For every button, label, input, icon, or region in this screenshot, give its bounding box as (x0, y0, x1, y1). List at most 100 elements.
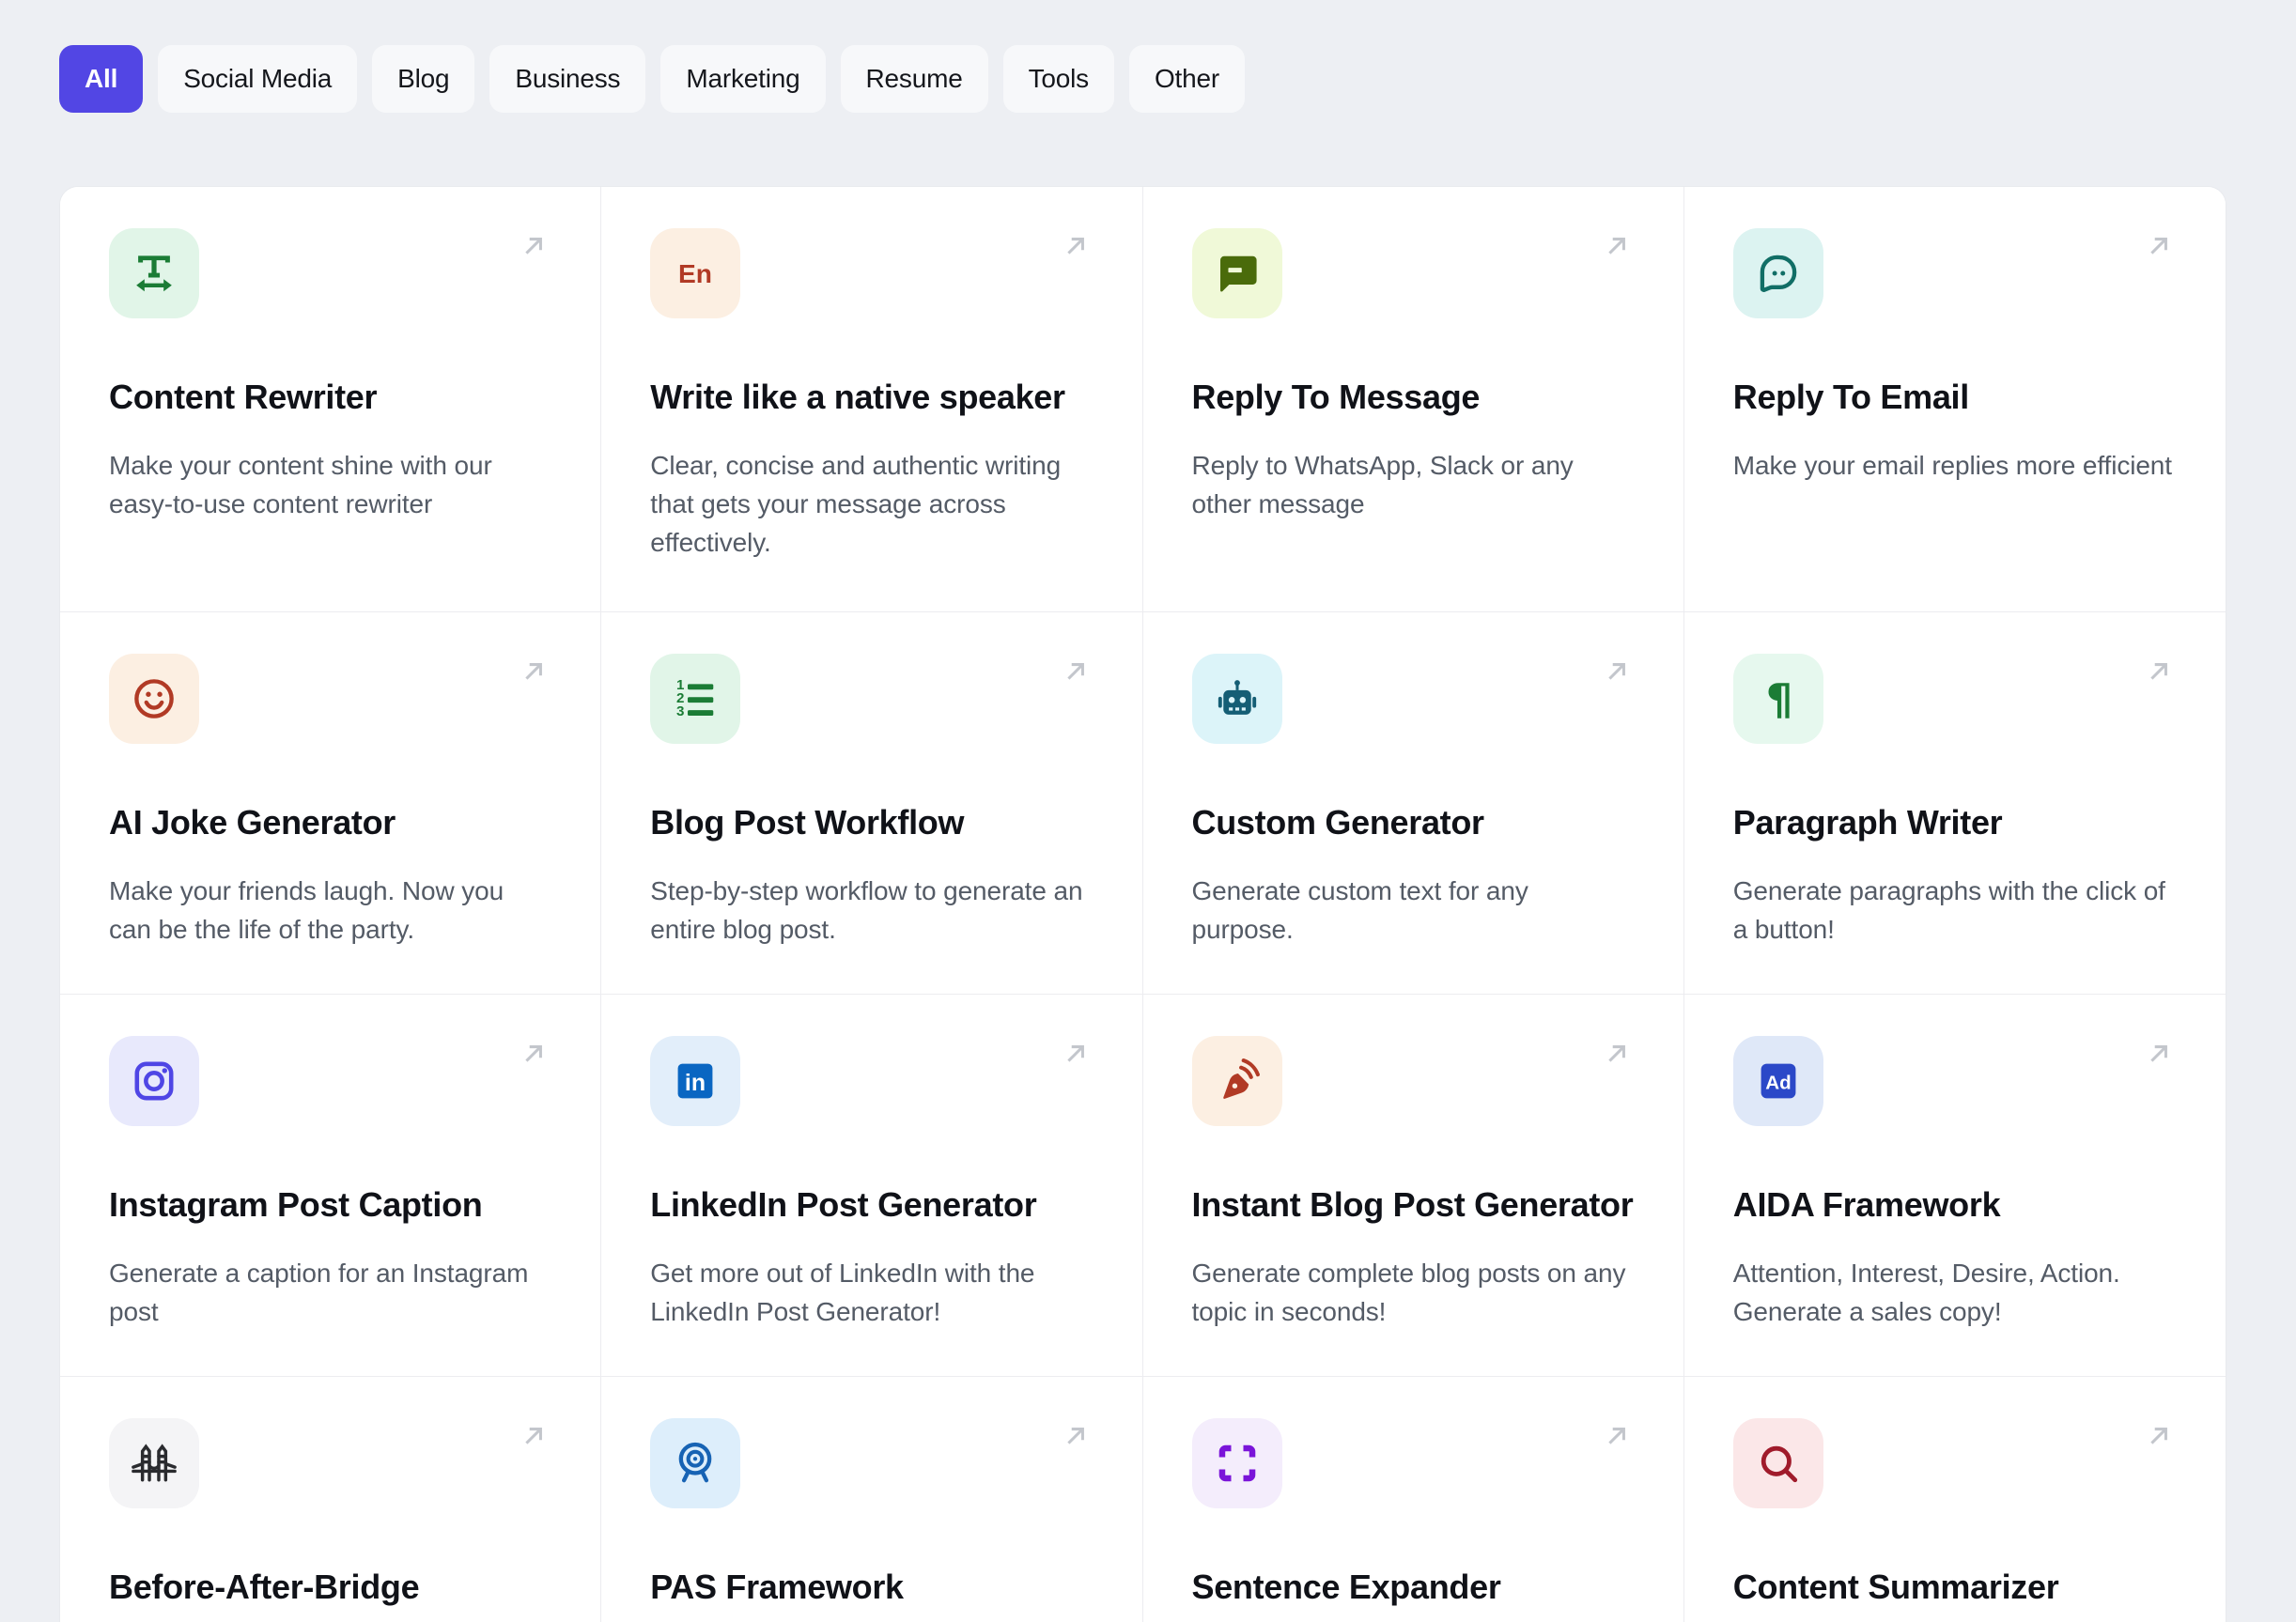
tool-title: Reply To Email (1732, 378, 1970, 416)
tool-title: Content Rewriter (109, 378, 378, 416)
target-icon (671, 1439, 720, 1488)
arrow-up-right-icon (516, 228, 551, 264)
message-reply-icon (1213, 249, 1262, 298)
tool-card-write-like-a-native-speaker[interactable]: En Write like a native speaker Clear, co… (601, 187, 1143, 612)
tool-title: Custom Generator (1191, 803, 1485, 842)
tool-description: Get more out of LinkedIn with the Linked… (650, 1259, 1035, 1326)
filter-pill-label: Blog (397, 64, 450, 93)
smiley-icon (130, 674, 178, 723)
tool-description: Clear, concise and authentic writing tha… (650, 451, 1062, 557)
pilcrow-icon: ¶ (1754, 674, 1803, 723)
text-width-icon (130, 249, 178, 298)
tool-icon-tile (1732, 1418, 1823, 1508)
arrow-up-right-icon (516, 654, 551, 689)
tool-title: Blog Post Workflow (650, 803, 965, 842)
tool-card-pas-framework[interactable]: PAS Framework (601, 1377, 1143, 1622)
filter-pill-social-media[interactable]: Social Media (158, 45, 358, 113)
tool-card-aida-framework[interactable]: Ad AIDA Framework Attention, Interest, D… (1683, 995, 2226, 1377)
tool-title: PAS Framework (650, 1568, 904, 1606)
filter-pill-resume[interactable]: Resume (840, 45, 988, 113)
filter-pill-blog[interactable]: Blog (372, 45, 475, 113)
filter-pill-label: Business (515, 64, 621, 93)
tool-icon-tile (1191, 654, 1282, 744)
filter-pill-label: Tools (1028, 64, 1090, 93)
arrow-up-right-icon (2141, 1036, 2177, 1072)
tool-card-sentence-expander[interactable]: Sentence Expander (1142, 1377, 1684, 1622)
tool-title: Before-After-Bridge (109, 1568, 420, 1606)
filter-pill-marketing[interactable]: Marketing (660, 45, 826, 113)
arrow-up-right-icon (1599, 1418, 1635, 1454)
tool-description: Reply to WhatsApp, Slack or any other me… (1191, 451, 1574, 518)
tool-description: Generate a caption for an Instagram post (109, 1259, 529, 1326)
tool-title: Instagram Post Caption (109, 1185, 483, 1224)
instagram-icon (130, 1057, 178, 1105)
svg-text:in: in (685, 1070, 706, 1096)
filter-pill-all[interactable]: All (59, 45, 144, 113)
tool-title: Paragraph Writer (1732, 803, 2003, 842)
filter-pill-label: All (85, 64, 118, 93)
filter-pill-label: Social Media (183, 64, 333, 93)
tool-card-blog-post-workflow[interactable]: 123 Blog Post Workflow Step-by-step work… (601, 612, 1143, 995)
filter-pill-other[interactable]: Other (1128, 45, 1245, 113)
tool-icon-tile (650, 1418, 741, 1508)
tool-title: AIDA Framework (1732, 1185, 2001, 1224)
linkedin-icon: in (671, 1057, 720, 1105)
ad-icon: Ad (1754, 1057, 1803, 1105)
tool-card-instagram-post-caption[interactable]: Instagram Post Caption Generate a captio… (60, 995, 602, 1377)
tool-card-reply-to-email[interactable]: Reply To Email Make your email replies m… (1683, 187, 2226, 612)
arrow-up-right-icon (516, 1418, 551, 1454)
tool-description: Make your email replies more efficient (1732, 451, 2172, 480)
tool-card-before-after-bridge[interactable]: Before-After-Bridge (60, 1377, 602, 1622)
arrow-up-right-icon (1058, 228, 1094, 264)
tool-card-reply-to-message[interactable]: Reply To Message Reply to WhatsApp, Slac… (1142, 187, 1684, 612)
tool-icon-tile (1191, 228, 1282, 318)
tool-title: Write like a native speaker (650, 378, 1065, 416)
tool-icon-tile (109, 1418, 199, 1508)
tool-icon-tile (1191, 1036, 1282, 1126)
tool-card-content-summarizer[interactable]: Content Summarizer (1683, 1377, 2226, 1622)
arrow-up-right-icon (1058, 1036, 1094, 1072)
tool-icon-tile (109, 654, 199, 744)
tool-card-linkedin-post-generator[interactable]: in LinkedIn Post Generator Get more out … (601, 995, 1143, 1377)
tool-description: Make your friends laugh. Now you can be … (109, 876, 504, 944)
tool-description: Generate complete blog posts on any topi… (1191, 1259, 1626, 1326)
tools-grid: Content Rewriter Make your content shine… (59, 186, 2226, 1622)
arrow-up-right-icon (2141, 1418, 2177, 1454)
tool-card-instant-blog-post-generator[interactable]: Instant Blog Post Generator Generate com… (1142, 995, 1684, 1377)
arrow-up-right-icon (516, 1036, 551, 1072)
tool-description: Generate custom text for any purpose. (1191, 876, 1528, 944)
pen-signal-icon (1213, 1057, 1262, 1105)
filter-pill-business[interactable]: Business (489, 45, 646, 113)
filter-pill-tools[interactable]: Tools (1002, 45, 1114, 113)
tool-card-ai-joke-generator[interactable]: AI Joke Generator Make your friends laug… (60, 612, 602, 995)
language-en-icon: En (671, 249, 720, 298)
svg-text:En: En (678, 259, 712, 288)
tool-description: Generate paragraphs with the click of a … (1732, 876, 2165, 944)
filter-pill-label: Other (1154, 64, 1219, 93)
tool-description: Attention, Interest, Desire, Action. Gen… (1732, 1259, 2120, 1326)
bridge-icon (130, 1439, 178, 1488)
tool-card-paragraph-writer[interactable]: ¶ Paragraph Writer Generate paragraphs w… (1683, 612, 2226, 995)
tool-icon-tile (109, 1036, 199, 1126)
tool-icon-tile: Ad (1732, 1036, 1823, 1126)
tool-icon-tile: ¶ (1732, 654, 1823, 744)
arrow-up-right-icon (1599, 228, 1635, 264)
tool-icon-tile: 123 (650, 654, 741, 744)
tool-title: LinkedIn Post Generator (650, 1185, 1037, 1224)
tool-card-custom-generator[interactable]: Custom Generator Generate custom text fo… (1142, 612, 1684, 995)
numbered-list-icon: 123 (671, 674, 720, 723)
arrow-up-right-icon (2141, 654, 2177, 689)
tool-icon-tile (1191, 1418, 1282, 1508)
robot-icon (1213, 674, 1262, 723)
expand-icon (1213, 1439, 1262, 1488)
tool-card-content-rewriter[interactable]: Content Rewriter Make your content shine… (60, 187, 602, 612)
arrow-up-right-icon (1058, 1418, 1094, 1454)
svg-text:¶: ¶ (1765, 674, 1792, 723)
magnifier-icon (1754, 1439, 1803, 1488)
svg-text:3: 3 (676, 703, 684, 719)
arrow-up-right-icon (2141, 228, 2177, 264)
tool-icon-tile: En (650, 228, 741, 318)
tool-title: Content Summarizer (1732, 1568, 2059, 1606)
svg-text:Ad: Ad (1765, 1072, 1791, 1093)
tool-title: Sentence Expander (1191, 1568, 1501, 1606)
